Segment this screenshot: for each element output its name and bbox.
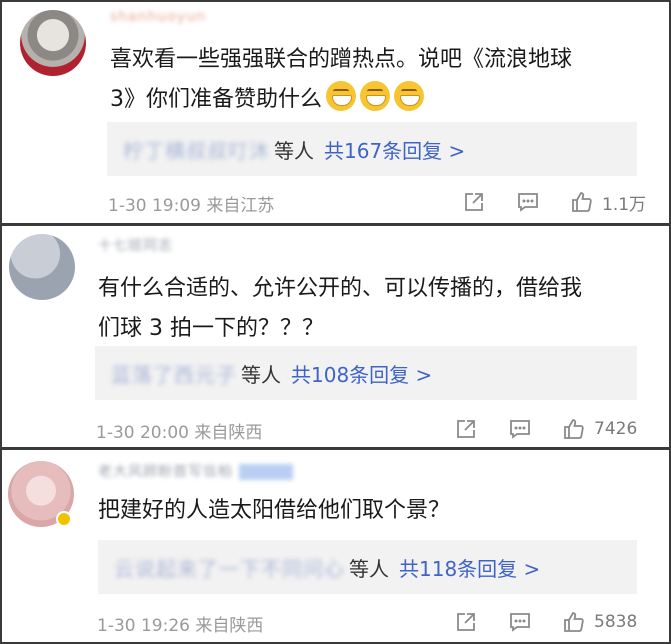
like-count: 5838 xyxy=(594,612,638,632)
like-count: 7426 xyxy=(594,419,638,439)
username[interactable]: shanhuoyun xyxy=(110,9,206,29)
avatar[interactable] xyxy=(9,234,75,300)
like-icon[interactable] xyxy=(568,188,596,216)
comment-meta: 1-30 20:00 来自陕西 xyxy=(96,418,262,443)
reply-usernames: 柠丁横叔叔叮沐 xyxy=(123,138,270,163)
comment-location: 来自江苏 xyxy=(206,196,275,216)
like-icon[interactable] xyxy=(560,608,588,636)
reply-summary[interactable]: 柠丁横叔叔叮沐 等人 共167条回复 > xyxy=(107,122,637,176)
share-icon[interactable] xyxy=(452,415,480,443)
reply-usernames: 云说起来了一下不同问心 xyxy=(114,556,345,581)
reply-etc-label: 等人 xyxy=(241,362,281,387)
comment-text: 有什么合适的、允许公开的、可以传播的，借给我 们球 3 拍一下的？？？ xyxy=(98,276,583,341)
comment-meta: 1-30 19:09 来自江苏 xyxy=(108,191,274,216)
like-count: 1.1万 xyxy=(602,194,647,215)
reply-etc-label: 等人 xyxy=(349,556,389,581)
share-icon[interactable] xyxy=(452,608,480,636)
share-icon[interactable] xyxy=(460,188,488,216)
avatar[interactable] xyxy=(20,10,86,76)
comment-location: 来自陕西 xyxy=(194,423,263,443)
comment-actions: 7426 xyxy=(452,415,637,443)
comment-icon[interactable] xyxy=(506,608,534,636)
comment-text: 把建好的人造太阳借给他们取个景？ xyxy=(98,498,451,523)
reply-count-link[interactable]: 共108条回复 > xyxy=(291,359,432,388)
comment-card: 十七班同志 有什么合适的、允许公开的、可以传播的，借给我 们球 3 拍一下的？？… xyxy=(0,225,671,449)
comment-icon[interactable] xyxy=(506,415,534,443)
grin-emoji-icon xyxy=(360,81,390,111)
reply-count-link[interactable]: 共118条回复 > xyxy=(399,553,540,582)
comment-actions: 5838 xyxy=(452,608,637,636)
username[interactable]: 老大风顾盼首写信柏 xyxy=(98,461,293,481)
reply-etc-label: 等人 xyxy=(274,138,314,163)
reply-count-link[interactable]: 共167条回复 > xyxy=(324,135,465,164)
comment-actions: 1.1万 xyxy=(460,188,646,216)
comment-card: 老大风顾盼首写信柏 把建好的人造太阳借给他们取个景？ 云说起来了一下不同问心 等… xyxy=(0,449,671,644)
reply-usernames: 蓝落了西元子 xyxy=(111,362,237,387)
comment-meta: 1-30 19:26 来自陕西 xyxy=(97,611,263,636)
verified-badge-icon xyxy=(56,511,72,527)
reply-summary[interactable]: 云说起来了一下不同问心 等人 共118条回复 > xyxy=(98,540,637,594)
username[interactable]: 十七班同志 xyxy=(98,235,173,255)
comment-time: 1-30 20:00 xyxy=(96,423,189,443)
grin-emoji-icon xyxy=(394,81,424,111)
comment-card: shanhuoyun 喜欢看一些强强联合的蹭热点。说吧《流浪地球 3》你们准备赞… xyxy=(0,0,671,225)
grin-emoji-icon xyxy=(326,81,356,111)
comment-text: 喜欢看一些强强联合的蹭热点。说吧《流浪地球 3》你们准备赞助什么 xyxy=(110,47,573,112)
comment-icon[interactable] xyxy=(514,188,542,216)
vip-level-icon xyxy=(239,464,293,480)
comment-time: 1-30 19:26 xyxy=(97,616,190,636)
like-icon[interactable] xyxy=(560,415,588,443)
comment-time: 1-30 19:09 xyxy=(108,196,201,216)
comment-location: 来自陕西 xyxy=(195,616,264,636)
reply-summary[interactable]: 蓝落了西元子 等人 共108条回复 > xyxy=(95,346,637,400)
